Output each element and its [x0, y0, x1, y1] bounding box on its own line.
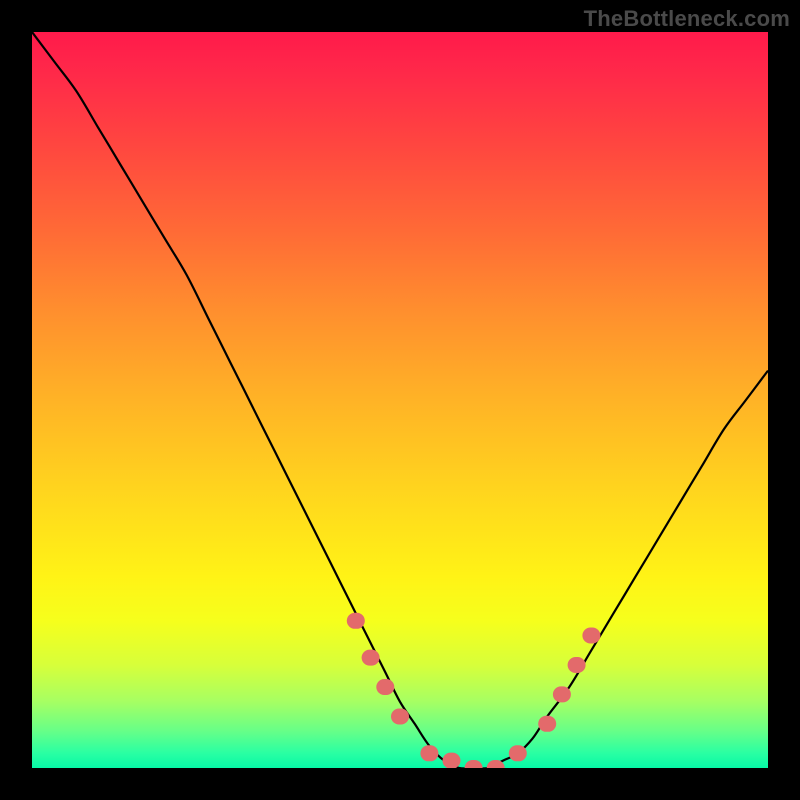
marker-dot	[443, 753, 461, 768]
marker-dot	[553, 686, 571, 702]
bottleneck-curve	[32, 32, 768, 768]
chart-frame: TheBottleneck.com	[0, 0, 800, 800]
marker-dot	[568, 657, 586, 673]
marker-dot	[420, 745, 438, 761]
marker-dot	[538, 716, 556, 732]
marker-group	[347, 613, 601, 768]
watermark-text: TheBottleneck.com	[584, 6, 790, 32]
marker-dot	[391, 709, 409, 725]
plot-area	[32, 32, 768, 768]
marker-dot	[465, 760, 483, 768]
marker-dot	[347, 613, 365, 629]
marker-dot	[376, 679, 394, 695]
marker-dot	[509, 745, 527, 761]
marker-dot	[582, 628, 600, 644]
marker-dot	[362, 650, 380, 666]
curve-svg	[32, 32, 768, 768]
